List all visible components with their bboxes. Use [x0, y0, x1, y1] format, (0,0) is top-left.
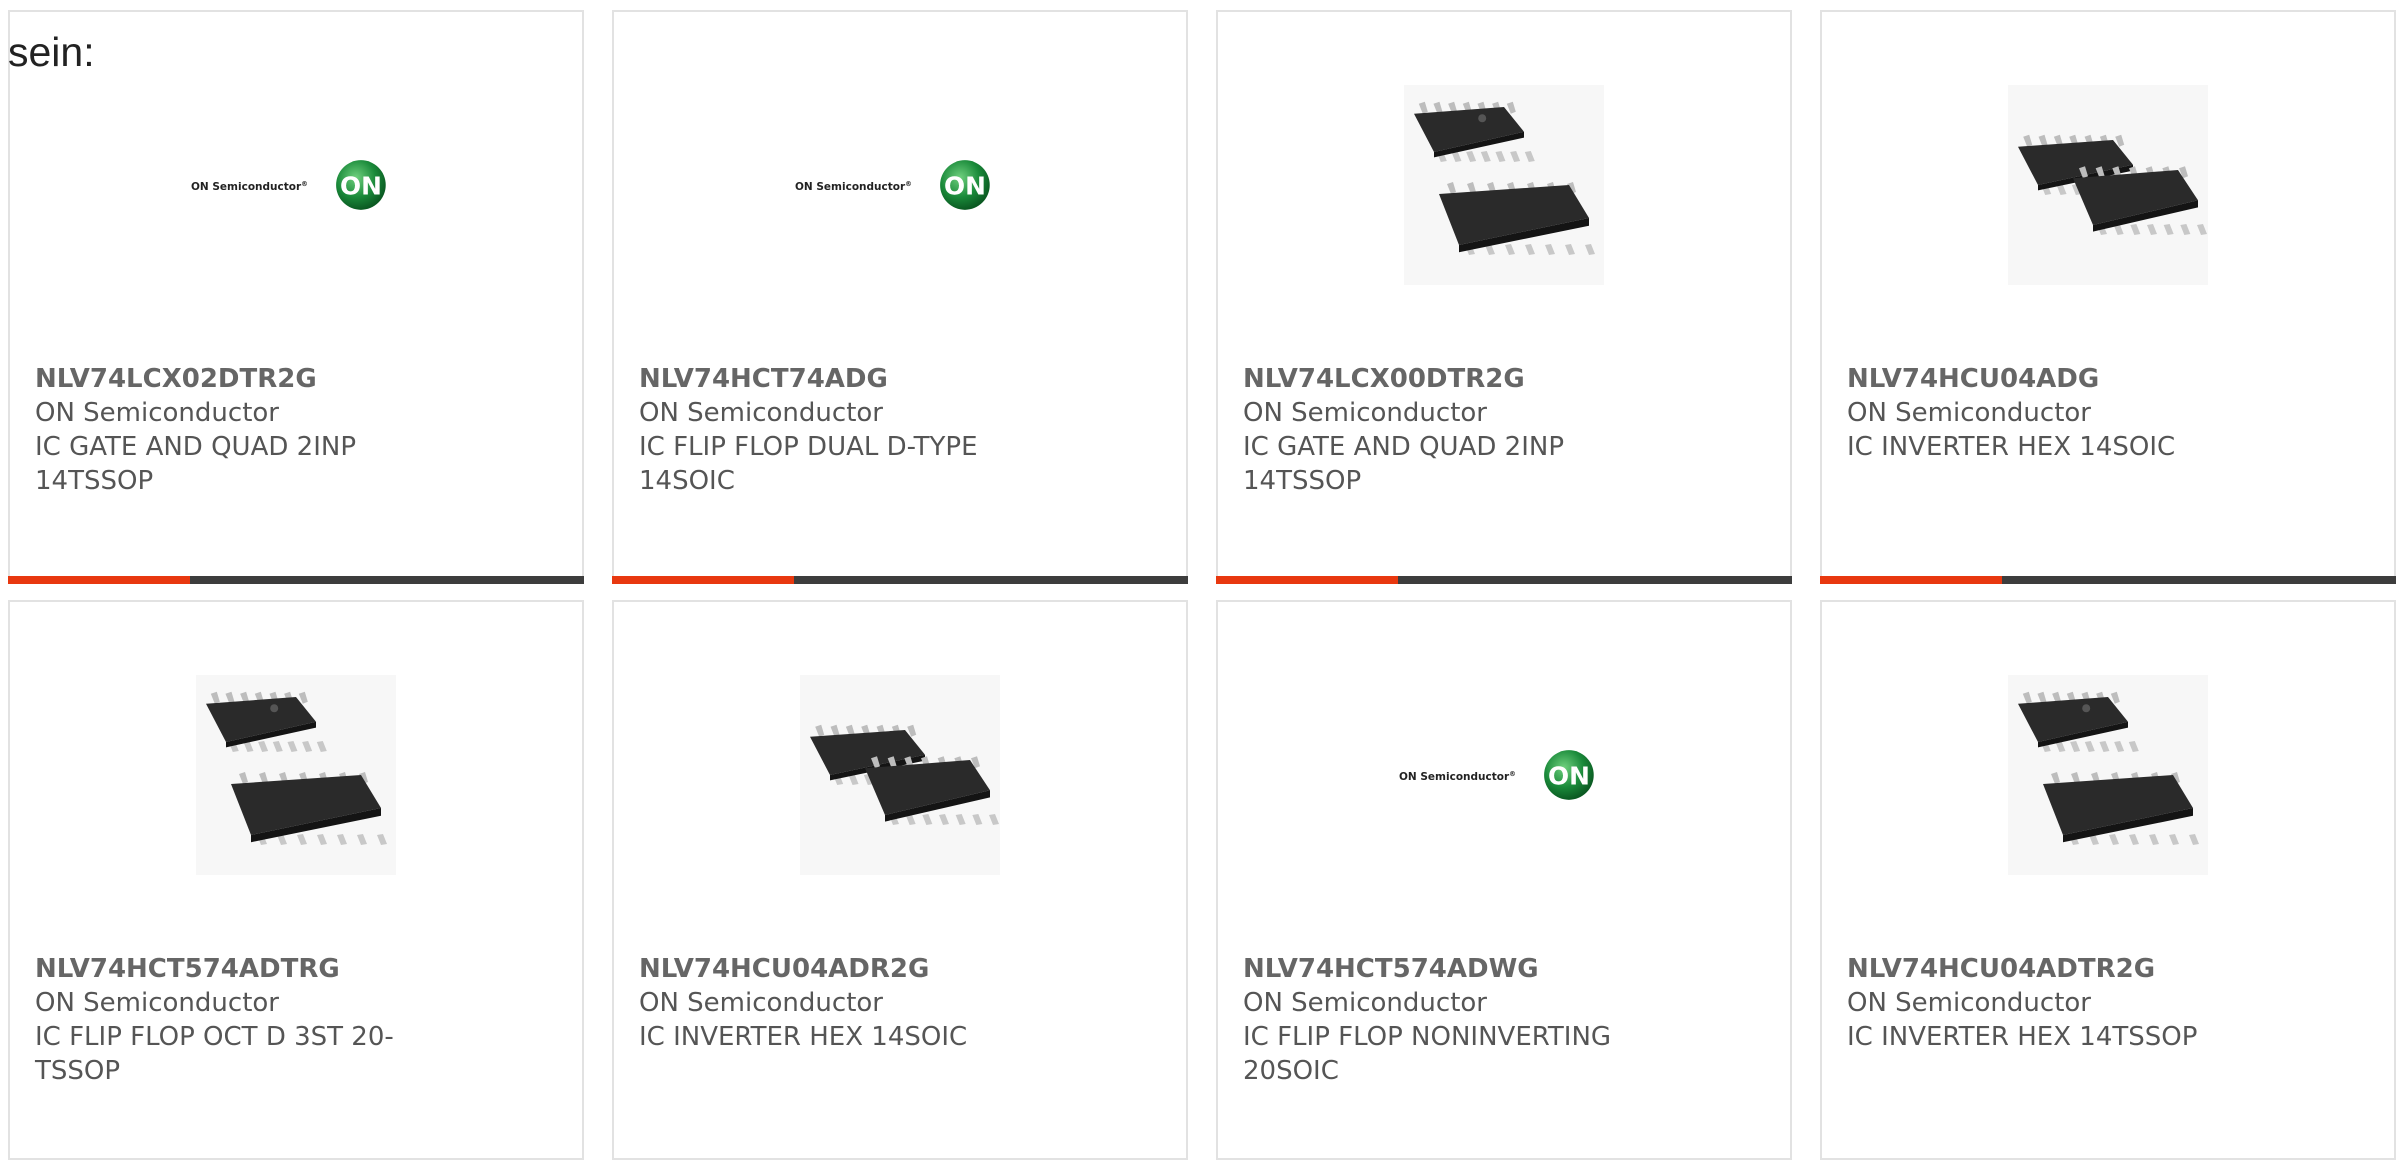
product-description: IC FLIP FLOP OCT D 3ST 20-TSSOP — [35, 1022, 394, 1086]
svg-text:ON Semiconductor®: ON Semiconductor® — [1399, 770, 1516, 783]
product-card[interactable]: ON Semiconductor® ON NLV74HCT74ADG ON Sem… — [612, 10, 1188, 584]
tssop-chip-icon — [2008, 675, 2208, 875]
product-description: IC INVERTER HEX 14TSSOP — [1847, 1022, 2198, 1052]
product-info: NLV74LCX00DTR2G ON Semiconductor IC GATE A… — [1243, 362, 1643, 498]
card-footer-bar — [8, 576, 584, 584]
product-grid: ON Semiconductor® ON NLV74LCX02DTR2G ON S… — [0, 0, 2400, 1160]
part-number[interactable]: NLV74LCX02DTR2G — [35, 362, 435, 396]
tssop-chip-icon — [1404, 85, 1604, 285]
product-description: IC INVERTER HEX 14SOIC — [639, 1022, 968, 1052]
product-image[interactable] — [191, 670, 401, 880]
product-image[interactable] — [795, 670, 1005, 880]
product-description: IC GATE AND QUAD 2INP 14TSSOP — [1243, 432, 1565, 496]
manufacturer: ON Semiconductor — [1847, 988, 2091, 1018]
on-semiconductor-logo-icon: ON Semiconductor® ON — [191, 160, 386, 210]
product-image[interactable]: ON Semiconductor® ON — [795, 80, 1005, 290]
part-number[interactable]: NLV74HCT574ADTRG — [35, 952, 435, 986]
product-info: NLV74HCU04ADR2G ON Semiconductor IC INVERT… — [639, 952, 1039, 1054]
manufacturer: ON Semiconductor — [1243, 988, 1487, 1018]
card-accent-bar — [612, 576, 794, 584]
card-footer-bar — [612, 576, 1188, 584]
part-number[interactable]: NLV74HCT574ADWG — [1243, 952, 1643, 986]
product-description: IC FLIP FLOP NONINVERTING 20SOIC — [1243, 1022, 1612, 1086]
soic-chip-icon — [2008, 85, 2208, 285]
part-number[interactable]: NLV74LCX00DTR2G — [1243, 362, 1643, 396]
card-footer-bar — [1820, 576, 2396, 584]
product-image[interactable] — [1399, 80, 1609, 290]
product-image[interactable]: ON Semiconductor® ON — [191, 80, 401, 290]
card-accent-bar — [1216, 576, 1398, 584]
card-accent-bar — [1820, 576, 2002, 584]
manufacturer: ON Semiconductor — [1847, 398, 2091, 428]
product-info: NLV74HCT574ADTRG ON Semiconductor IC FLIP … — [35, 952, 435, 1088]
product-card[interactable]: ON Semiconductor® ON NLV74HCT574ADWG ON S… — [1216, 600, 1792, 1160]
tssop-chip-icon — [196, 675, 396, 875]
manufacturer: ON Semiconductor — [35, 988, 279, 1018]
svg-text:ON: ON — [944, 172, 986, 201]
product-image[interactable] — [2003, 80, 2213, 290]
logo-wordmark: ON Semiconductor — [191, 181, 302, 193]
on-semiconductor-logo-icon: ON Semiconductor® ON — [795, 160, 990, 210]
card-accent-bar — [8, 576, 190, 584]
product-card[interactable]: NLV74HCT574ADTRG ON Semiconductor IC FLIP … — [8, 600, 584, 1160]
product-image[interactable] — [2003, 670, 2213, 880]
product-description: IC INVERTER HEX 14SOIC — [1847, 432, 2176, 462]
manufacturer: ON Semiconductor — [639, 398, 883, 428]
part-number[interactable]: NLV74HCT74ADG — [639, 362, 1039, 396]
product-card[interactable]: NLV74HCU04ADG ON Semiconductor IC INVERTER… — [1820, 10, 2396, 584]
soic-chip-icon — [800, 675, 1000, 875]
product-card[interactable]: ON Semiconductor® ON NLV74LCX02DTR2G ON S… — [8, 10, 584, 584]
product-info: NLV74HCT74ADG ON Semiconductor IC FLIP FLO… — [639, 362, 1039, 498]
card-footer-bar — [1216, 576, 1792, 584]
intro-text: sein: — [8, 29, 95, 75]
product-card[interactable]: NLV74LCX00DTR2G ON Semiconductor IC GATE A… — [1216, 10, 1792, 584]
product-info: NLV74HCU04ADG ON Semiconductor IC INVERTER… — [1847, 362, 2247, 464]
product-description: IC FLIP FLOP DUAL D-TYPE 14SOIC — [639, 432, 978, 496]
part-number[interactable]: NLV74HCU04ADR2G — [639, 952, 1039, 986]
product-card[interactable]: NLV74HCU04ADTR2G ON Semiconductor IC INVER… — [1820, 600, 2396, 1160]
manufacturer: ON Semiconductor — [1243, 398, 1487, 428]
logo-wordmark: ON Semiconductor — [1399, 771, 1510, 783]
product-info: NLV74LCX02DTR2G ON Semiconductor IC GATE A… — [35, 362, 435, 498]
svg-text:ON Semiconductor®: ON Semiconductor® — [795, 180, 912, 193]
product-card[interactable]: NLV74HCU04ADR2G ON Semiconductor IC INVERT… — [612, 600, 1188, 1160]
manufacturer: ON Semiconductor — [35, 398, 279, 428]
svg-text:ON: ON — [340, 172, 382, 201]
svg-text:ON Semiconductor®: ON Semiconductor® — [191, 180, 308, 193]
manufacturer: ON Semiconductor — [639, 988, 883, 1018]
part-number[interactable]: NLV74HCU04ADTR2G — [1847, 952, 2247, 986]
logo-wordmark: ON Semiconductor — [795, 181, 906, 193]
part-number[interactable]: NLV74HCU04ADG — [1847, 362, 2247, 396]
svg-text:ON: ON — [1548, 762, 1590, 791]
product-info: NLV74HCU04ADTR2G ON Semiconductor IC INVER… — [1847, 952, 2247, 1054]
product-image[interactable]: ON Semiconductor® ON — [1399, 670, 1609, 880]
product-description: IC GATE AND QUAD 2INP 14TSSOP — [35, 432, 357, 496]
product-info: NLV74HCT574ADWG ON Semiconductor IC FLIP F… — [1243, 952, 1643, 1088]
on-semiconductor-logo-icon: ON Semiconductor® ON — [1399, 750, 1594, 800]
